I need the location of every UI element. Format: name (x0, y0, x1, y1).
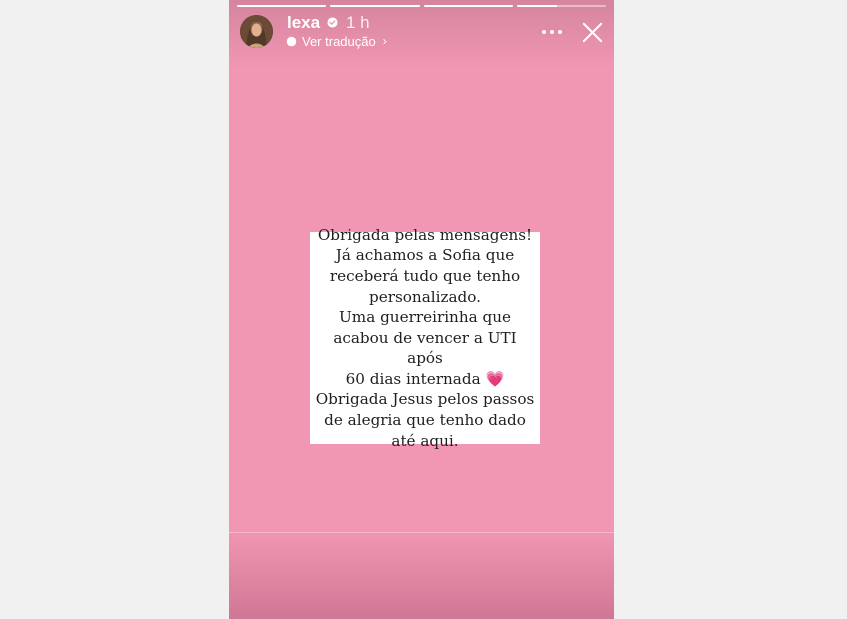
progress-segment (330, 5, 420, 7)
more-options-button[interactable] (542, 24, 562, 40)
message-line: Obrigada pelas mensagens! (317, 225, 533, 244)
post-time: 1 h (346, 13, 370, 32)
progress-fill (237, 5, 327, 7)
message-line: personalizado. (369, 287, 481, 306)
message-line: receberá tudo que tenho (329, 266, 521, 285)
progress-fill (330, 5, 420, 7)
progress-fill (516, 5, 557, 7)
translate-link[interactable]: Ver tradução › (286, 33, 387, 49)
message-line-with-emoji: 60 dias internada 💗 (314, 369, 536, 390)
story-viewer[interactable]: lexa 1 h Ver tradução › Obrigada pelas m… (229, 0, 614, 619)
story-message: Obrigada pelas mensagens! Já achamos a S… (314, 225, 536, 452)
text-card: Obrigada pelas mensagens! Já achamos a S… (310, 226, 540, 450)
progress-fill (423, 5, 513, 7)
more-horizontal-icon (542, 30, 546, 34)
avatar[interactable] (240, 15, 273, 48)
bottom-gradient (229, 529, 614, 619)
more-horizontal-icon (558, 30, 562, 34)
progress-segment (237, 5, 327, 7)
message-line: até aqui. (391, 431, 459, 450)
message-line: de alegria que tenho dado (324, 411, 526, 430)
progress-segment (516, 5, 606, 7)
username[interactable]: lexa (287, 13, 320, 33)
avatar-image (240, 15, 273, 48)
progress-segment (423, 5, 513, 7)
more-horizontal-icon (550, 30, 554, 34)
speech-bubble-icon (286, 36, 297, 46)
message-line: Já achamos a Sofia que (335, 246, 515, 265)
translate-label: Ver tradução (302, 33, 376, 49)
story-progress-bar (237, 5, 606, 7)
message-line: 60 dias internada (345, 369, 481, 388)
close-icon (582, 22, 603, 43)
chevron-right-icon: › (382, 34, 387, 48)
message-line: Uma guerreirinha que (339, 308, 511, 327)
close-button[interactable] (581, 21, 604, 44)
message-line: Obrigada Jesus pelos passos (315, 390, 535, 409)
verified-badge-icon (327, 17, 338, 28)
heart-emoji: 💗 (485, 369, 505, 388)
message-line: acabou de vencer a UTI após (333, 328, 517, 368)
